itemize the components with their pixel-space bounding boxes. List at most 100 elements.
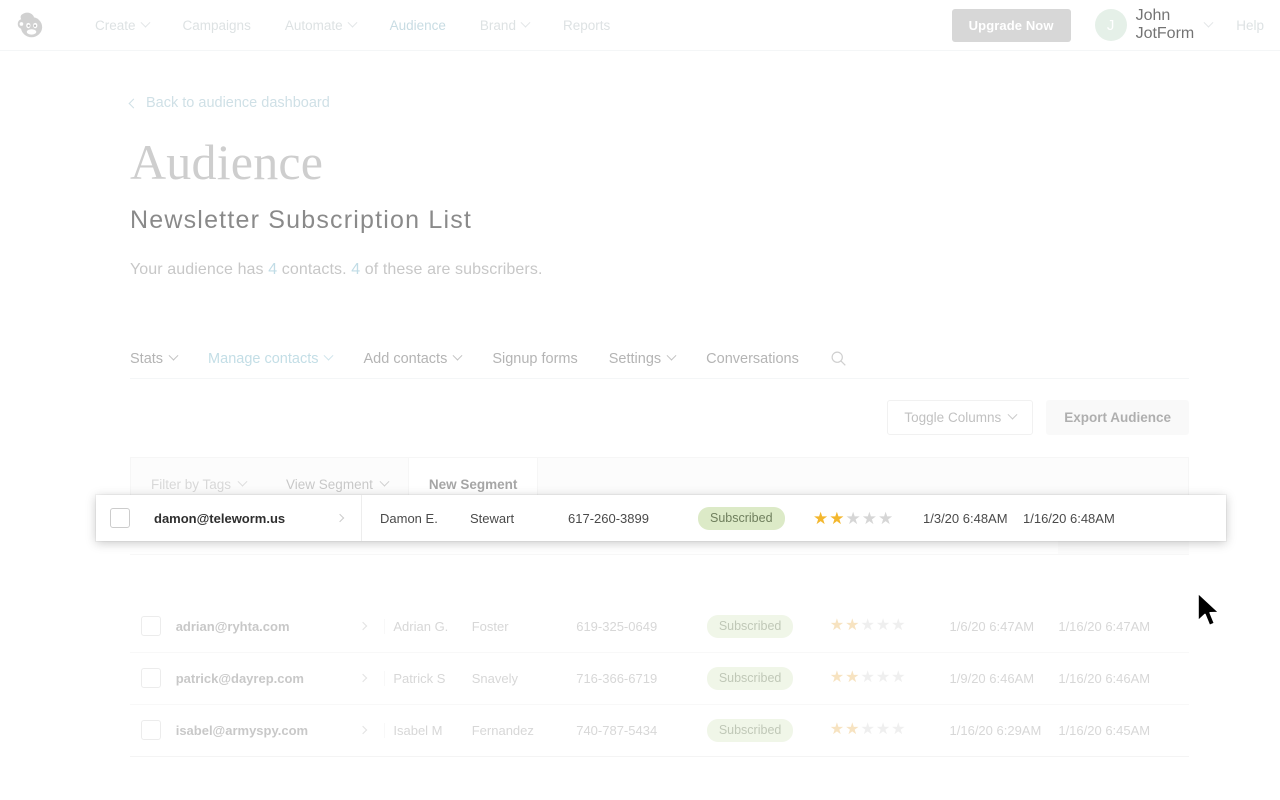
highlighted-table-row[interactable]: damon@teleworm.us Damon E. Stewart 617-2… <box>96 495 1226 541</box>
row-contact-rating[interactable]: ★★★★★ <box>830 652 950 704</box>
row-email-marketing: Subscribed <box>707 601 830 653</box>
toggle-columns-button[interactable]: Toggle Columns <box>887 400 1033 435</box>
chevron-down-icon <box>169 351 179 361</box>
nav-item-automate[interactable]: Automate <box>268 12 373 39</box>
summary-text-post: of these are subscribers. <box>360 261 542 278</box>
row-checkbox[interactable] <box>141 720 161 740</box>
page-title: Audience <box>130 135 1280 190</box>
nav-item-create[interactable]: Create <box>78 12 166 39</box>
row-email-marketing: Subscribed <box>707 652 830 704</box>
chevron-down-icon <box>1008 410 1018 420</box>
avatar: J <box>1095 9 1127 41</box>
email-link[interactable]: adrian@ryhta.com <box>176 619 386 634</box>
row-first-name: Isabel M <box>393 704 471 756</box>
row-last-name: Fernandez <box>472 704 576 756</box>
tab-settings[interactable]: Settings <box>609 351 675 367</box>
table-row[interactable]: patrick@dayrep.com Patrick S Snavely 716… <box>130 652 1189 704</box>
user-name: John JotForm <box>1136 7 1195 43</box>
summary-text-mid: contacts. <box>277 261 351 278</box>
summary-text-pre: Your audience has <box>130 261 268 278</box>
nav-item-audience[interactable]: Audience <box>373 12 463 39</box>
row-last-changed: 1/16/20 6:46AM <box>1058 652 1189 704</box>
chevron-right-icon <box>336 514 344 522</box>
email-link[interactable]: patrick@dayrep.com <box>176 671 386 686</box>
star-rating: ★★★★★ <box>830 617 907 634</box>
row-email-cell[interactable]: isabel@armyspy.com <box>176 704 394 756</box>
table-row-placeholder <box>130 555 1189 601</box>
table-toolbar: Toggle Columns Export Audience <box>130 400 1189 435</box>
chevron-down-icon <box>140 17 150 27</box>
row-checkbox[interactable] <box>141 668 161 688</box>
user-account-menu[interactable]: J John JotForm <box>1095 7 1213 43</box>
row-last-name: Foster <box>472 601 576 653</box>
row-contact-rating[interactable]: ★★★★★ <box>813 510 923 527</box>
row-date-added: 1/6/20 6:47AM <box>950 601 1059 653</box>
row-checkbox-cell <box>130 704 176 756</box>
row-email-cell[interactable]: adrian@ryhta.com <box>176 601 394 653</box>
tab-add-contacts[interactable]: Add contacts <box>363 351 461 367</box>
chevron-down-icon <box>521 17 531 27</box>
email-link[interactable]: isabel@armyspy.com <box>176 723 386 738</box>
help-link[interactable]: Help <box>1236 18 1264 33</box>
row-checkbox-cell <box>130 652 176 704</box>
summary-subscribers-count: 4 <box>351 261 360 278</box>
row-contact-rating[interactable]: ★★★★★ <box>830 704 950 756</box>
chevron-down-icon <box>347 17 357 27</box>
audience-tab-bar: Stats Manage contacts Add contacts Signu… <box>130 350 1189 379</box>
toggle-columns-label: Toggle Columns <box>904 410 1001 425</box>
tab-label: Manage contacts <box>208 351 318 367</box>
chevron-down-icon <box>238 476 248 486</box>
row-phone-number: 716-366-6719 <box>576 652 707 704</box>
table-row[interactable]: adrian@ryhta.com Adrian G. Foster 619-32… <box>130 601 1189 653</box>
tab-label: Settings <box>609 351 661 367</box>
nav-label: Brand <box>480 18 516 33</box>
tab-conversations[interactable]: Conversations <box>706 351 799 367</box>
nav-label: Reports <box>563 18 610 33</box>
top-nav-right-group: Upgrade Now J John JotForm Help <box>952 0 1264 50</box>
top-navigation-bar: Create Campaigns Automate Audience Brand… <box>0 0 1280 51</box>
contacts-table: Email Address First Name Last Name Phone… <box>130 510 1189 757</box>
row-email-marketing: Subscribed <box>707 704 830 756</box>
row-date-added: 1/9/20 6:46AM <box>950 652 1059 704</box>
nav-label: Audience <box>390 18 446 33</box>
tab-stats[interactable]: Stats <box>130 351 177 367</box>
row-checkbox[interactable] <box>110 508 130 528</box>
email-text: patrick@dayrep.com <box>176 671 304 686</box>
page-content: Back to audience dashboard Audience News… <box>0 95 1280 757</box>
list-title: Newsletter Subscription List <box>130 206 1280 235</box>
chevron-right-icon <box>359 674 367 682</box>
star-rating: ★★★★★ <box>830 669 907 686</box>
summary-contacts-count: 4 <box>268 261 277 278</box>
tab-signup-forms[interactable]: Signup forms <box>492 351 577 367</box>
user-last-name: JotForm <box>1136 25 1195 43</box>
tab-manage-contacts[interactable]: Manage contacts <box>208 351 332 367</box>
contacts-table-body: adrian@ryhta.com Adrian G. Foster 619-32… <box>130 555 1189 757</box>
table-row[interactable]: isabel@armyspy.com Isabel M Fernandez 74… <box>130 704 1189 756</box>
contacts-table-container: Filter by Tags View Segment New Segment … <box>130 457 1189 757</box>
star-rating: ★★★★★ <box>813 510 894 527</box>
upgrade-now-button[interactable]: Upgrade Now <box>952 9 1071 42</box>
search-icon[interactable] <box>830 350 847 367</box>
chevron-down-icon <box>1204 17 1214 27</box>
tab-label: Conversations <box>706 351 799 367</box>
chevron-down-icon <box>667 351 677 361</box>
export-audience-button[interactable]: Export Audience <box>1046 400 1189 435</box>
mailchimp-freddie-logo[interactable] <box>14 8 48 42</box>
nav-item-campaigns[interactable]: Campaigns <box>166 12 268 39</box>
status-badge: Subscribed <box>707 667 794 690</box>
row-checkbox[interactable] <box>141 616 161 636</box>
back-to-audience-dashboard-link[interactable]: Back to audience dashboard <box>130 95 330 111</box>
row-email-cell[interactable]: patrick@dayrep.com <box>176 652 394 704</box>
nav-item-brand[interactable]: Brand <box>463 12 546 39</box>
star-rating: ★★★★★ <box>830 721 907 738</box>
nav-item-reports[interactable]: Reports <box>546 12 627 39</box>
tab-label: Signup forms <box>492 351 577 367</box>
chevron-right-icon <box>359 622 367 630</box>
email-link[interactable]: damon@teleworm.us <box>154 495 362 541</box>
row-date-added: 1/3/20 6:48AM <box>923 511 1023 526</box>
primary-nav-links: Create Campaigns Automate Audience Brand… <box>78 12 627 39</box>
chevron-left-icon <box>129 98 139 108</box>
row-last-changed: 1/16/20 6:45AM <box>1058 704 1189 756</box>
nav-label: Create <box>95 18 136 33</box>
row-contact-rating[interactable]: ★★★★★ <box>830 601 950 653</box>
